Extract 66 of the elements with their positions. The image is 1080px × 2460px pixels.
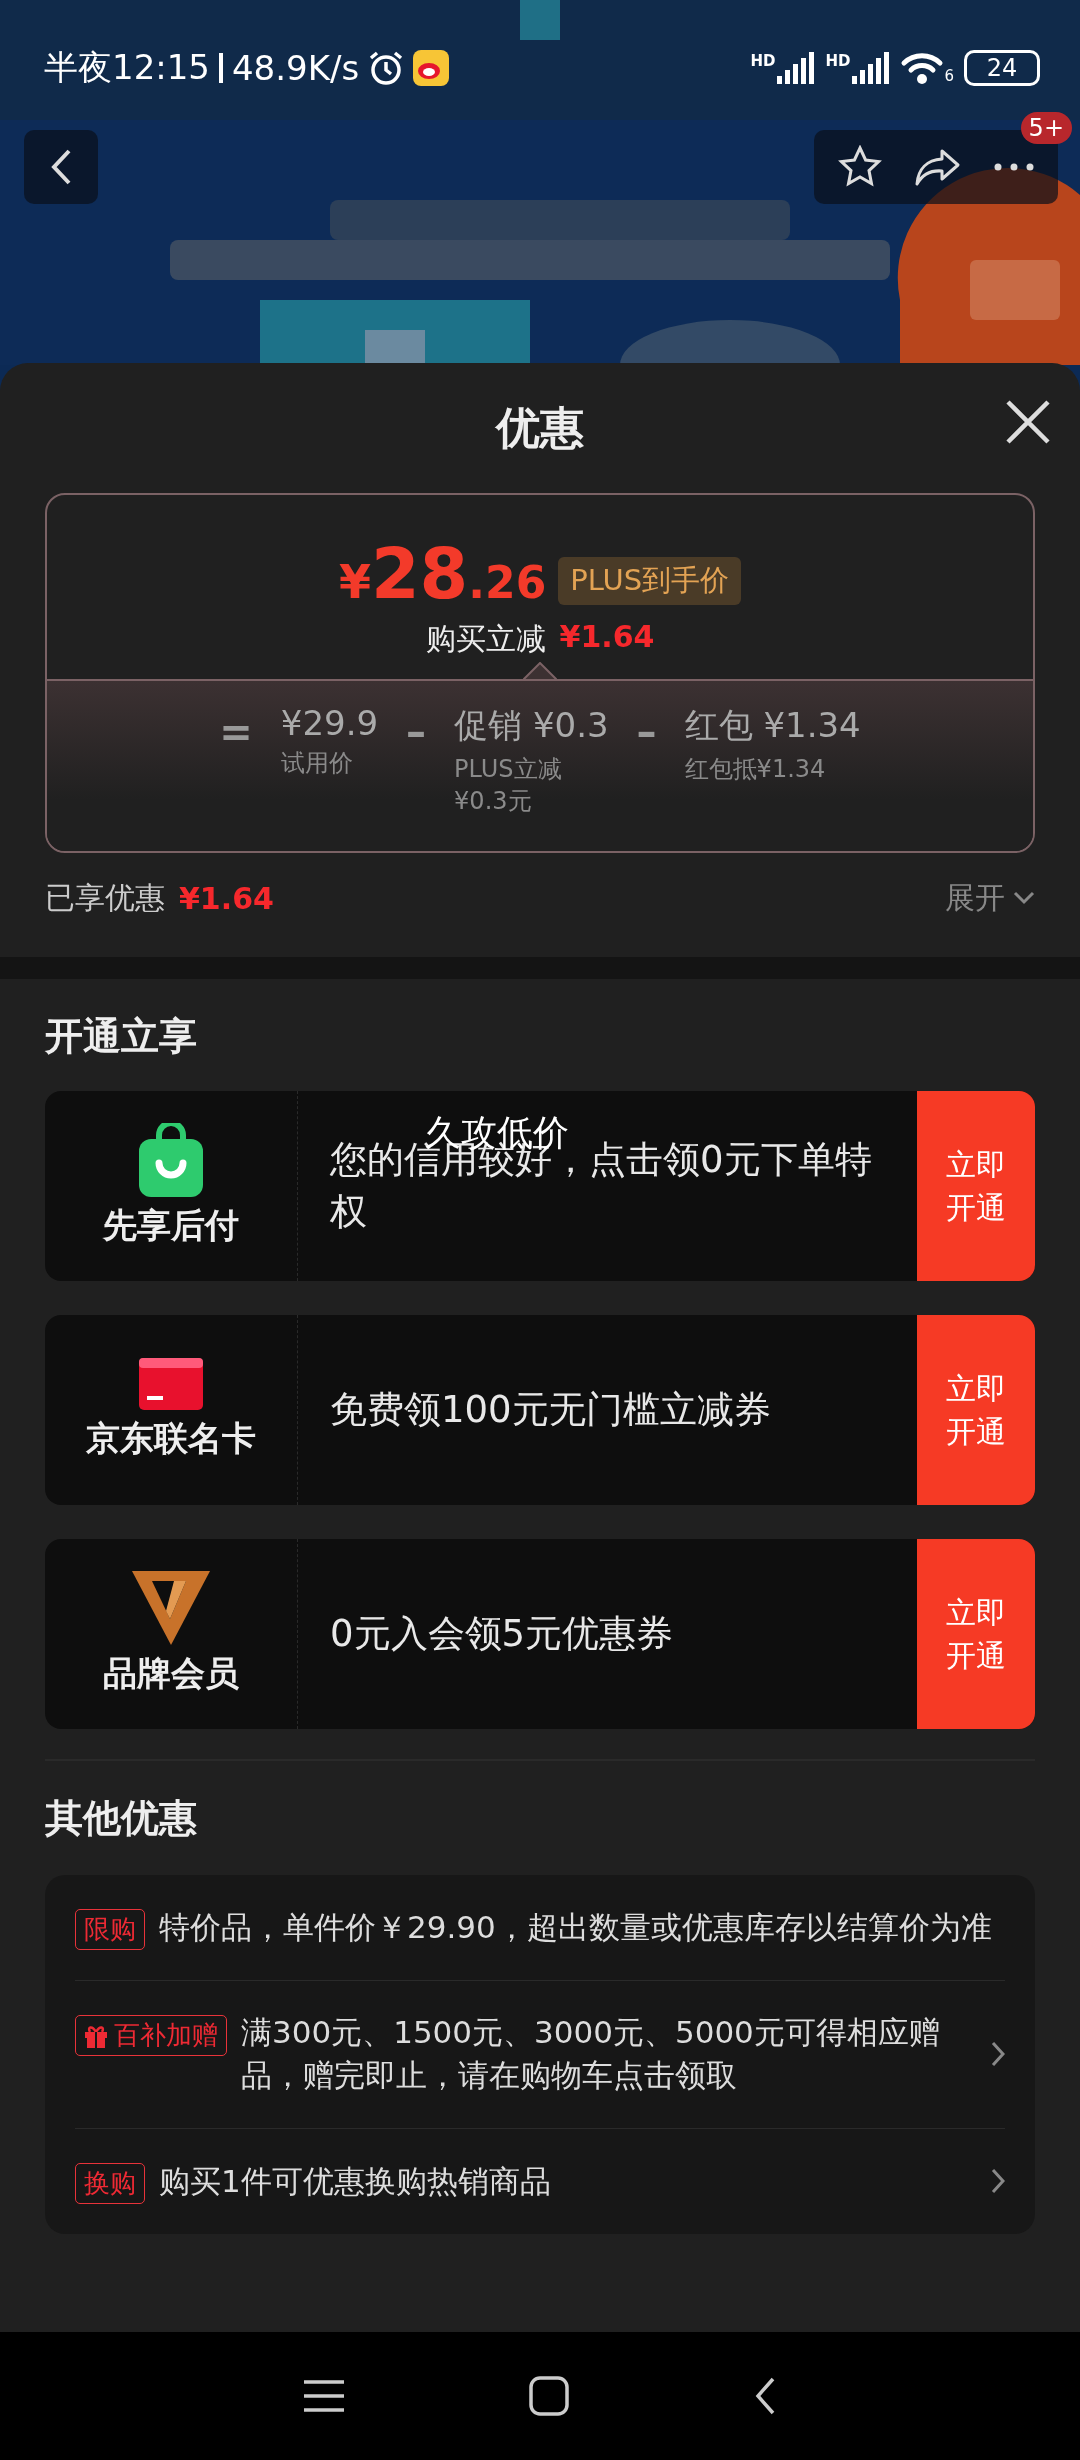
savings-amount: ¥1.64: [179, 880, 274, 916]
offer-tag: 换购: [75, 2162, 145, 2204]
operator: =: [219, 709, 253, 755]
separator-icon: [218, 50, 224, 85]
offer-description: 免费领100元无门槛立减券: [330, 1387, 771, 1434]
offer-tag: 百补加赠: [75, 2015, 227, 2056]
service-name: 先享后付: [103, 1204, 239, 1247]
more-button[interactable]: [994, 163, 1034, 171]
component-note: 试用价: [280, 748, 354, 779]
home-icon: [529, 2376, 569, 2416]
chevron-right-icon[interactable]: [991, 2168, 1005, 2195]
star-icon: [838, 145, 882, 189]
home-button[interactable]: [529, 2376, 569, 2416]
share-icon: [914, 147, 962, 187]
v-logo-icon: [132, 1571, 210, 1645]
shopping-bag-icon: [139, 1123, 203, 1197]
component-note: PLUS立减¥0.3元: [454, 754, 563, 818]
back-nav-button[interactable]: [754, 2376, 776, 2416]
battery-indicator: 24: [964, 49, 1040, 86]
component-note: 红包抵¥1.34: [684, 754, 827, 785]
share-button[interactable]: [914, 147, 962, 187]
expand-button[interactable]: 展开: [945, 877, 1035, 919]
service-name: 京东联名卡: [86, 1417, 256, 1460]
recent-apps-button[interactable]: [304, 2380, 344, 2412]
operator: –: [406, 709, 427, 755]
section-title: 其他优惠: [44, 1795, 198, 1842]
discount-label: 购买立减: [425, 620, 546, 658]
offer-tag: 限购: [75, 1909, 145, 1950]
activate-button[interactable]: 立即开通: [917, 1091, 1035, 1281]
chevron-right-icon[interactable]: [991, 2041, 1005, 2068]
back-icon: [754, 2376, 776, 2416]
close-icon: [1004, 398, 1052, 446]
price-tag: PLUS到手价: [558, 557, 742, 605]
network-speed: 48.9K/s: [232, 47, 360, 88]
app-notification-icon: [413, 49, 450, 86]
price-component: ¥29.9: [280, 703, 379, 743]
sheet-title: 优惠: [496, 400, 584, 455]
operator: –: [636, 709, 657, 755]
favorite-button[interactable]: [838, 145, 882, 189]
wifi-icon: [900, 50, 945, 85]
back-icon: [49, 147, 73, 187]
service-name: 品牌会员: [103, 1652, 239, 1695]
network-type-label: HD: [750, 51, 776, 70]
wifi-label: 6: [944, 66, 954, 85]
discount-amount: ¥1.64: [559, 619, 655, 656]
chevron-down-icon: [1013, 891, 1035, 905]
gift-icon: [84, 2023, 108, 2048]
status-time: 半夜12:15: [44, 45, 210, 89]
section-title: 开通立享: [44, 1013, 198, 1060]
network-type-label: HD: [825, 51, 851, 70]
credit-card-icon: [139, 1358, 203, 1410]
offer-text: 特价品，单件价￥29.90，超出数量或优惠库存以结算价为准: [159, 1907, 993, 1947]
price-component: 促销 ¥0.3: [454, 704, 609, 747]
price-component: 红包 ¥1.34: [684, 704, 861, 747]
savings-label: 已享优惠: [45, 878, 165, 917]
offer-description: 0元入会领5元优惠券: [330, 1611, 674, 1658]
back-button[interactable]: [24, 130, 98, 204]
menu-icon: [304, 2380, 344, 2412]
offer-text: 购买1件可优惠换购热销商品: [159, 2161, 552, 2201]
final-price: ¥28.26: [338, 533, 547, 615]
activate-button[interactable]: 立即开通: [917, 1539, 1035, 1729]
offer-text: 满300元、1500元、3000元、5000元可得相应赠品，赠完即止，请在购物车点击领取: [241, 2013, 941, 2096]
more-icon: [994, 163, 1034, 171]
signal-icon: [852, 51, 891, 84]
signal-icon: [777, 51, 816, 84]
activate-button[interactable]: 立即开通: [917, 1315, 1035, 1505]
